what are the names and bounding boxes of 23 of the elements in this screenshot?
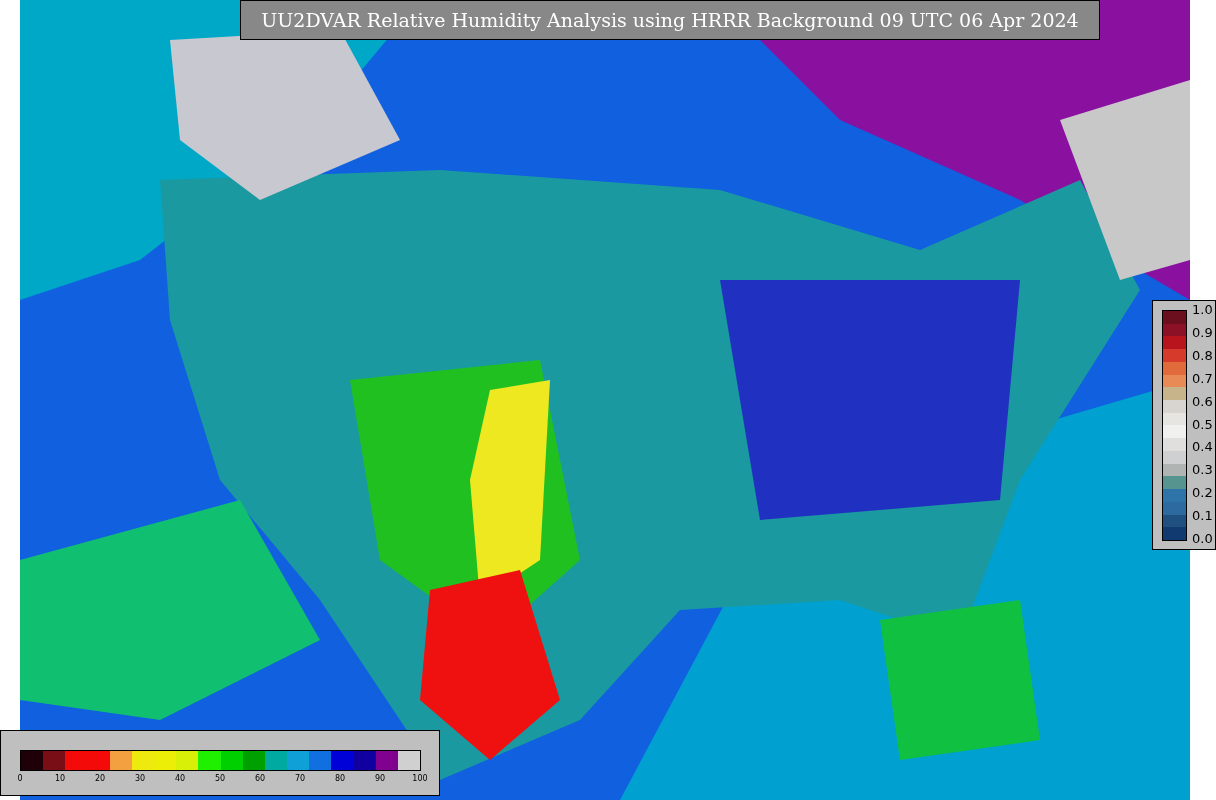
tick-label: 100 bbox=[411, 774, 429, 784]
tick-label: 0.1 bbox=[1192, 509, 1213, 524]
tick-label: 70 bbox=[293, 774, 307, 784]
tick-label: 1.0 bbox=[1192, 303, 1213, 317]
tick-label: 20 bbox=[93, 774, 107, 784]
tick-label: 60 bbox=[253, 774, 267, 784]
title-banner: UU2DVAR Relative Humidity Analysis using HRRR Background 09 UTC 06 Apr 2024 bbox=[240, 0, 1100, 40]
tick-label: 0.9 bbox=[1192, 325, 1213, 340]
tick-label: 0.8 bbox=[1192, 348, 1213, 363]
tick-label: 0.6 bbox=[1192, 394, 1213, 409]
tick-label: 30 bbox=[133, 774, 147, 784]
tick-label: 0.2 bbox=[1192, 486, 1213, 501]
tick-label: 80 bbox=[333, 774, 347, 784]
tick-label: 0 bbox=[16, 774, 24, 784]
tick-label: 0.5 bbox=[1192, 417, 1213, 432]
tick-label: 40 bbox=[173, 774, 187, 784]
tick-label: 0.7 bbox=[1192, 371, 1213, 386]
tick-label: 0.0 bbox=[1192, 532, 1213, 546]
tick-label: 10 bbox=[53, 774, 67, 784]
tick-label: 90 bbox=[373, 774, 387, 784]
tick-label: 0.4 bbox=[1192, 440, 1213, 455]
tick-label: 0.3 bbox=[1192, 463, 1213, 478]
tick-label: 50 bbox=[213, 774, 227, 784]
